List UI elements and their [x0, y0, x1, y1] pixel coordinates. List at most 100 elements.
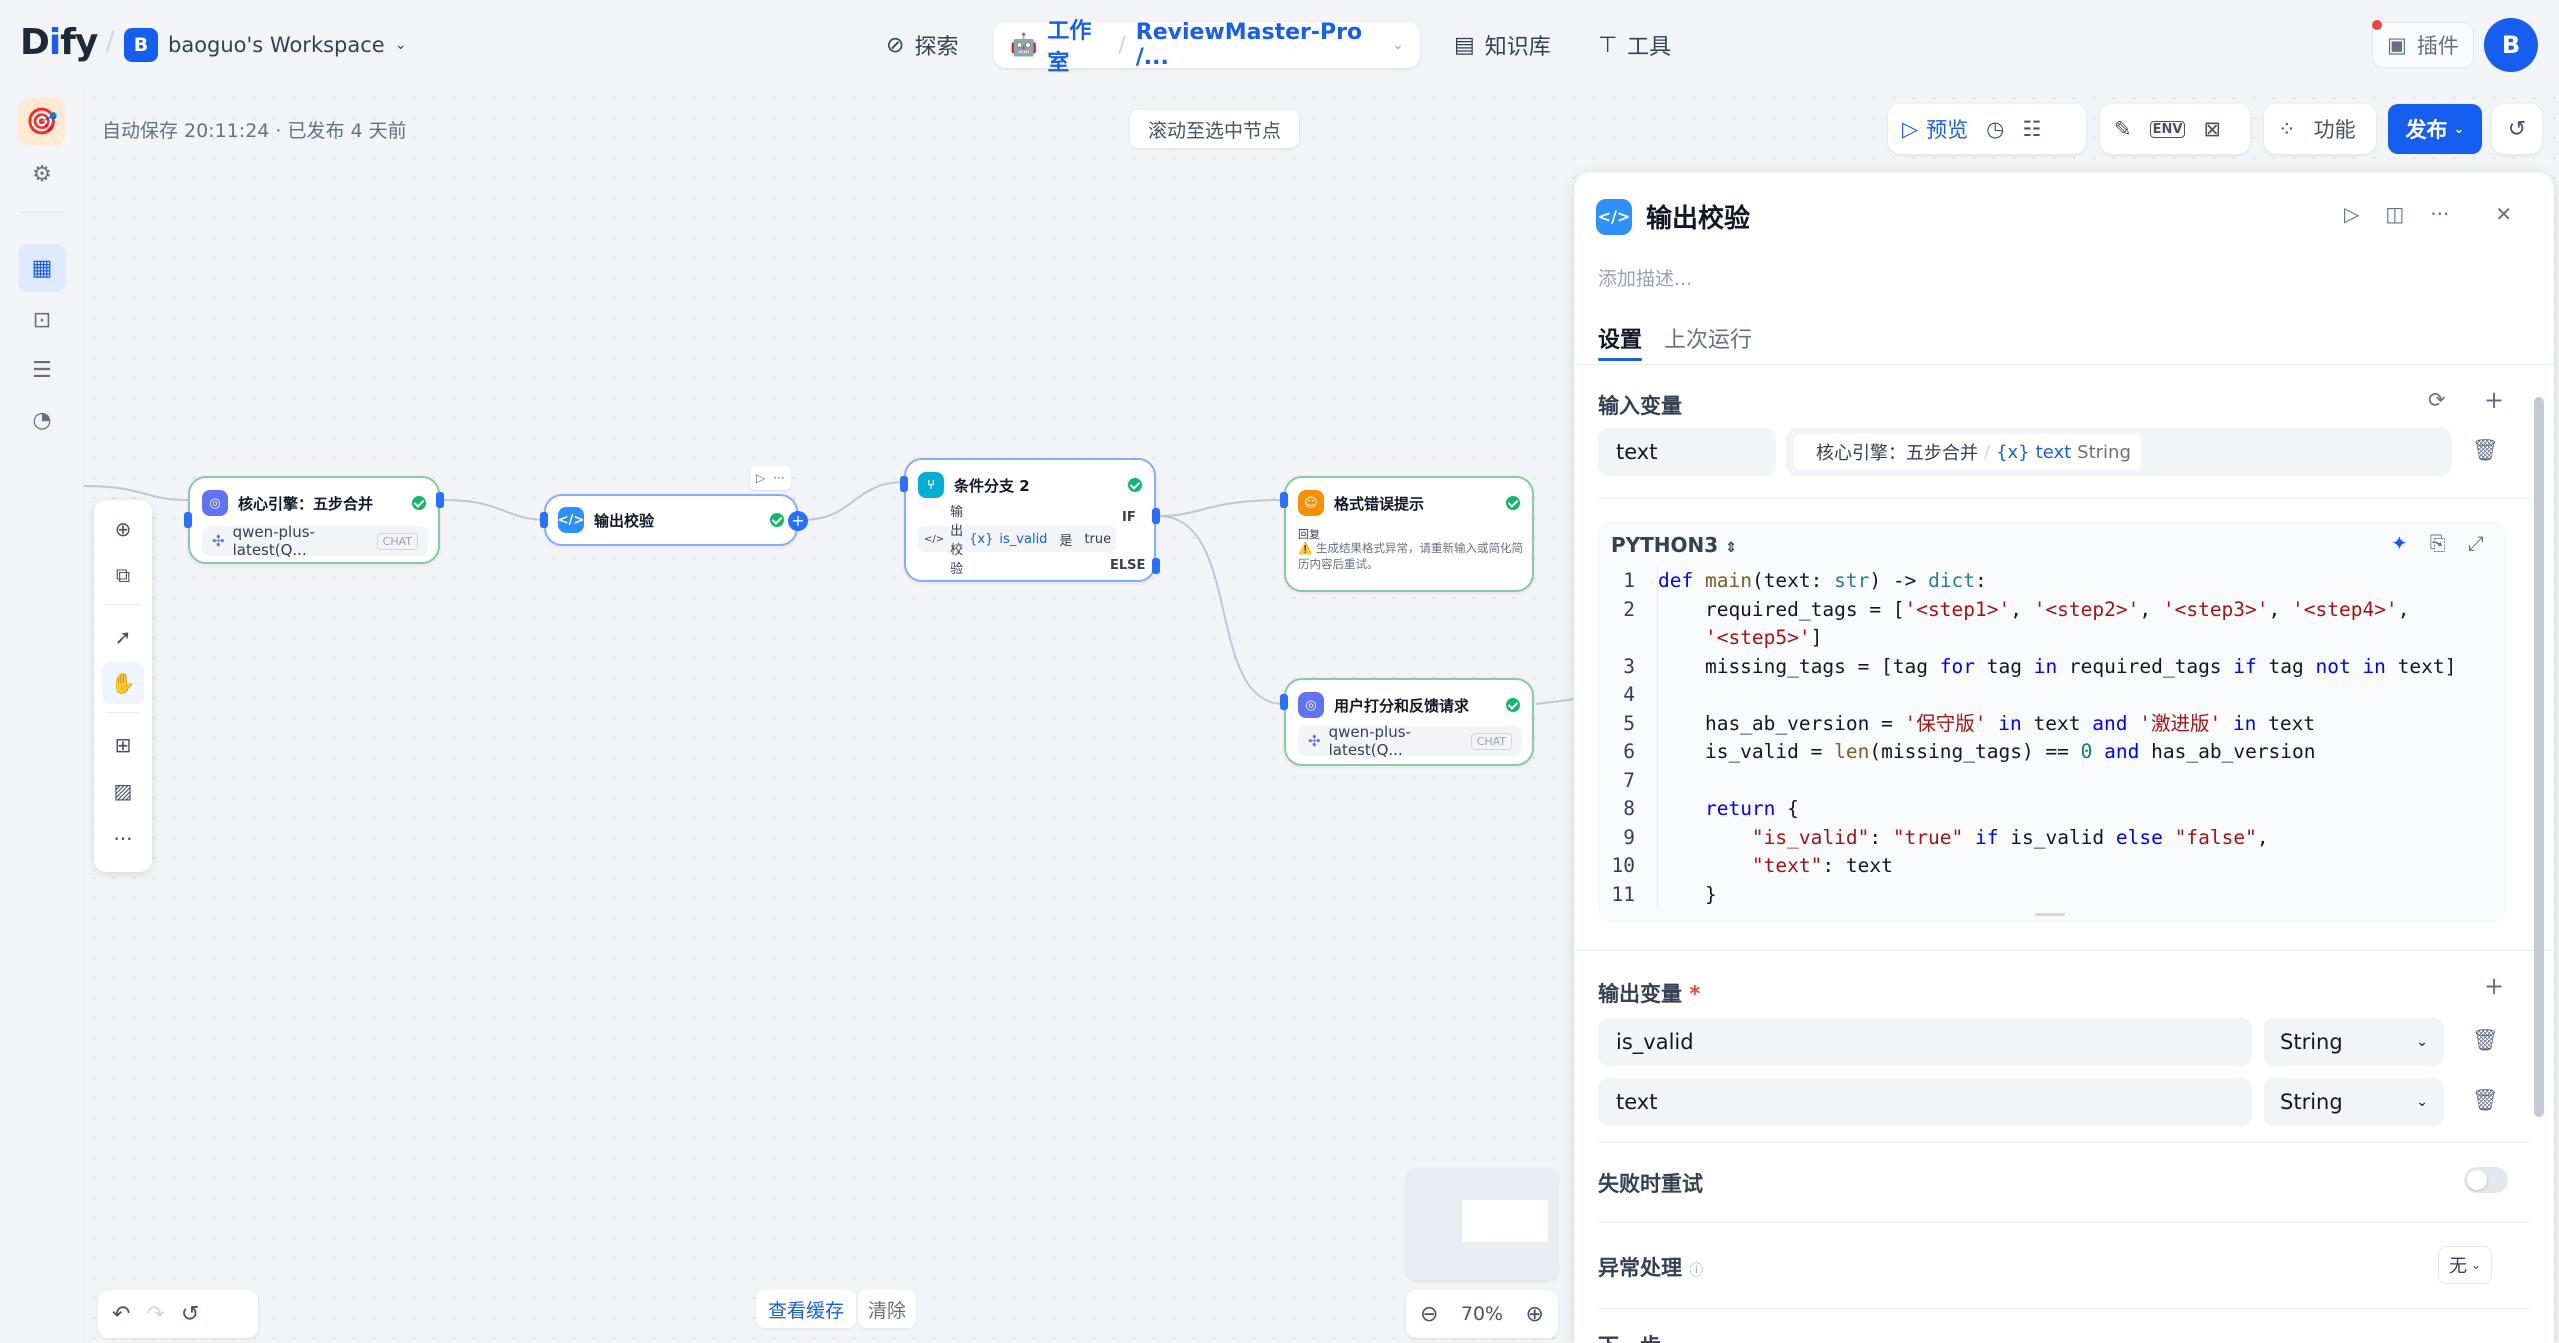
history-icon[interactable]: ↺	[2492, 104, 2542, 154]
features-button[interactable]: ⁘ 功能	[2264, 104, 2376, 154]
copy-icon[interactable]: ⎘	[2430, 531, 2446, 555]
panel-scrollbar[interactable]	[2534, 397, 2544, 1117]
zoom-level[interactable]: 70%	[1461, 1303, 1503, 1325]
split-view-icon[interactable]: ◫	[2385, 202, 2404, 226]
current-app-name[interactable]: ReviewMaster-Pro /...	[1136, 20, 1383, 70]
trash-icon[interactable]: 🗑	[2472, 1088, 2499, 1113]
nav-tools[interactable]: ⊤ 工具	[1582, 22, 1687, 68]
hand-icon[interactable]: ✋	[102, 662, 144, 704]
divider	[106, 604, 140, 605]
add-node-icon[interactable]: ⊕	[102, 508, 144, 550]
more-icon[interactable]: ···	[102, 818, 144, 860]
resize-handle[interactable]	[2035, 913, 2065, 916]
plus-icon[interactable]: +	[2484, 386, 2504, 414]
panel-title[interactable]: 输出校验	[1646, 198, 1750, 235]
language-select[interactable]: PYTHON3 ⇕	[1611, 533, 1737, 557]
autosave-status: 自动保存 20:11:24 · 已发布 4 天前	[102, 120, 407, 142]
node-port[interactable]	[1152, 558, 1160, 574]
trash-icon[interactable]: 🗑	[2472, 438, 2499, 463]
plus-icon[interactable]: +	[2484, 972, 2504, 1000]
node-output-validate[interactable]: </> 输出校验	[544, 494, 798, 546]
logs-icon[interactable]: ☰	[18, 346, 66, 394]
description-input[interactable]: 添加描述...	[1598, 264, 1692, 291]
app-icon[interactable]: 🎯	[18, 98, 66, 146]
terminal-icon[interactable]: ⊡	[18, 296, 66, 344]
zoom-controls: ⊖ 70% ⊕	[1406, 1290, 1558, 1338]
settings-sliders-icon[interactable]: ⚙	[18, 150, 66, 198]
monitor-icon[interactable]: ◔	[18, 396, 66, 444]
view-cache-button[interactable]: 查看缓存	[756, 1290, 857, 1328]
zoom-in-icon[interactable]: ⊕	[1526, 1302, 1544, 1327]
nav-explore-label: 探索	[914, 35, 959, 60]
retry-toggle[interactable]	[2464, 1167, 2508, 1193]
user-avatar[interactable]: B	[2484, 18, 2538, 72]
redo-icon[interactable]: ↷	[146, 1302, 164, 1327]
nav-explore[interactable]: ⊘ 探索	[870, 22, 974, 68]
output-type-select[interactable]: String ⌄	[2264, 1078, 2444, 1126]
node-port[interactable]	[184, 512, 192, 528]
list-icon[interactable]: ☷	[2022, 117, 2041, 141]
play-icon[interactable]: ▷	[2344, 202, 2359, 226]
history-controls: ↶ ↷ ↺	[98, 1290, 258, 1338]
code-editor[interactable]: PYTHON3 ⇕ ✦ ⎘ ⤢ 1 2 3 4 5 6 7 8 9 10 11 …	[1598, 522, 2506, 922]
node-core-engine[interactable]: ◎ 核心引擎：五步合并 ✣ qwen-plus-latest(Q... CHAT	[188, 476, 440, 564]
dify-logo[interactable]: Dify	[20, 22, 98, 63]
code-content[interactable]: 1 2 3 4 5 6 7 8 9 10 11 def main(text: s…	[1599, 567, 2456, 909]
node-title: 输出校验	[594, 511, 655, 530]
env-button[interactable]: ENV	[2149, 120, 2186, 138]
node-port[interactable]	[1152, 508, 1160, 524]
minimap[interactable]	[1406, 1168, 1558, 1280]
scroll-to-node-button[interactable]: 滚动至选中节点	[1130, 110, 1300, 148]
output-type-select[interactable]: String ⌄	[2264, 1018, 2444, 1066]
edit-icon[interactable]: ✎	[2114, 117, 2132, 141]
plugins-button[interactable]: ▣ 插件	[2372, 22, 2474, 68]
node-port[interactable]	[1280, 492, 1288, 508]
var-source-type: String	[2077, 441, 2131, 463]
node-port[interactable]	[1280, 694, 1288, 710]
node-port[interactable]	[436, 492, 444, 508]
output-var-name[interactable]: text	[1598, 1078, 2252, 1126]
tab-settings[interactable]: 设置	[1598, 322, 1642, 354]
note-icon[interactable]: ⧉	[102, 554, 144, 596]
more-icon: ···	[773, 471, 785, 485]
input-var-source[interactable]: 核心引擎：五步合并 / {x} text String	[1786, 428, 2452, 476]
input-var-name[interactable]: text	[1598, 428, 1776, 476]
checklist-icon[interactable]: ◷	[1986, 117, 2004, 141]
close-icon[interactable]: ✕	[2495, 202, 2512, 226]
nav-studio[interactable]: 🤖 工作室 / ReviewMaster-Pro /... ⌄	[994, 19, 1420, 76]
undo-icon[interactable]: ↶	[112, 1302, 130, 1327]
sparkle-icon[interactable]: ✦	[2391, 531, 2408, 555]
refresh-icon[interactable]: ⟳	[2428, 388, 2446, 412]
node-format-error[interactable]: ☺ 格式错误提示 回复 ⚠️ 生成结果格式异常，请重新输入或简化简历内容后重试。	[1284, 476, 1534, 592]
zoom-out-icon[interactable]: ⊖	[1420, 1302, 1438, 1327]
organize-icon[interactable]: ⊞	[102, 724, 144, 766]
pointer-icon[interactable]: ➚	[102, 616, 144, 658]
preview-label: 预览	[1926, 118, 1969, 142]
divider	[1598, 1222, 2530, 1223]
node-title: 条件分支 2	[954, 476, 1030, 495]
history-icon[interactable]: ↺	[181, 1302, 199, 1327]
nav-tools-label: 工具	[1627, 35, 1672, 60]
chevron-down-icon: ⌄	[2453, 121, 2465, 137]
node-feedback-request[interactable]: ◎ 用户打分和反馈请求 ✣ qwen-plus-latest(Q... CHAT	[1284, 678, 1534, 766]
expand-icon[interactable]: ⤢	[2468, 531, 2484, 555]
node-port[interactable]	[900, 476, 908, 492]
chat-badge: CHAT	[376, 532, 418, 550]
clear-button[interactable]: 清除	[858, 1290, 917, 1328]
preview-button[interactable]: ▷ 预览	[1902, 114, 1968, 144]
variable-icon[interactable]: ⊠	[2203, 117, 2221, 141]
node-condition-branch[interactable]: ⑂ 条件分支 2 IF </> 输出校验 {x} is_valid 是 true…	[904, 458, 1156, 582]
output-var-name[interactable]: is_valid	[1598, 1018, 2252, 1066]
orchestrate-icon[interactable]: ▦	[18, 244, 66, 292]
node-port[interactable]	[540, 512, 548, 528]
error-handling-select[interactable]: 无 ⌄	[2438, 1246, 2493, 1284]
export-image-icon[interactable]: ▨	[102, 770, 144, 812]
node-actions[interactable]: ▷ ···	[750, 466, 791, 490]
tab-last-run[interactable]: 上次运行	[1664, 322, 1752, 354]
add-node-icon[interactable]: +	[788, 511, 808, 531]
publish-button[interactable]: 发布 ⌄	[2388, 104, 2482, 154]
nav-knowledge[interactable]: ▤ 知识库	[1438, 22, 1567, 68]
workspace-switcher[interactable]: B baoguo's Workspace ⌄	[124, 24, 406, 66]
more-icon[interactable]: ···	[2430, 202, 2449, 226]
trash-icon[interactable]: 🗑	[2472, 1028, 2499, 1053]
